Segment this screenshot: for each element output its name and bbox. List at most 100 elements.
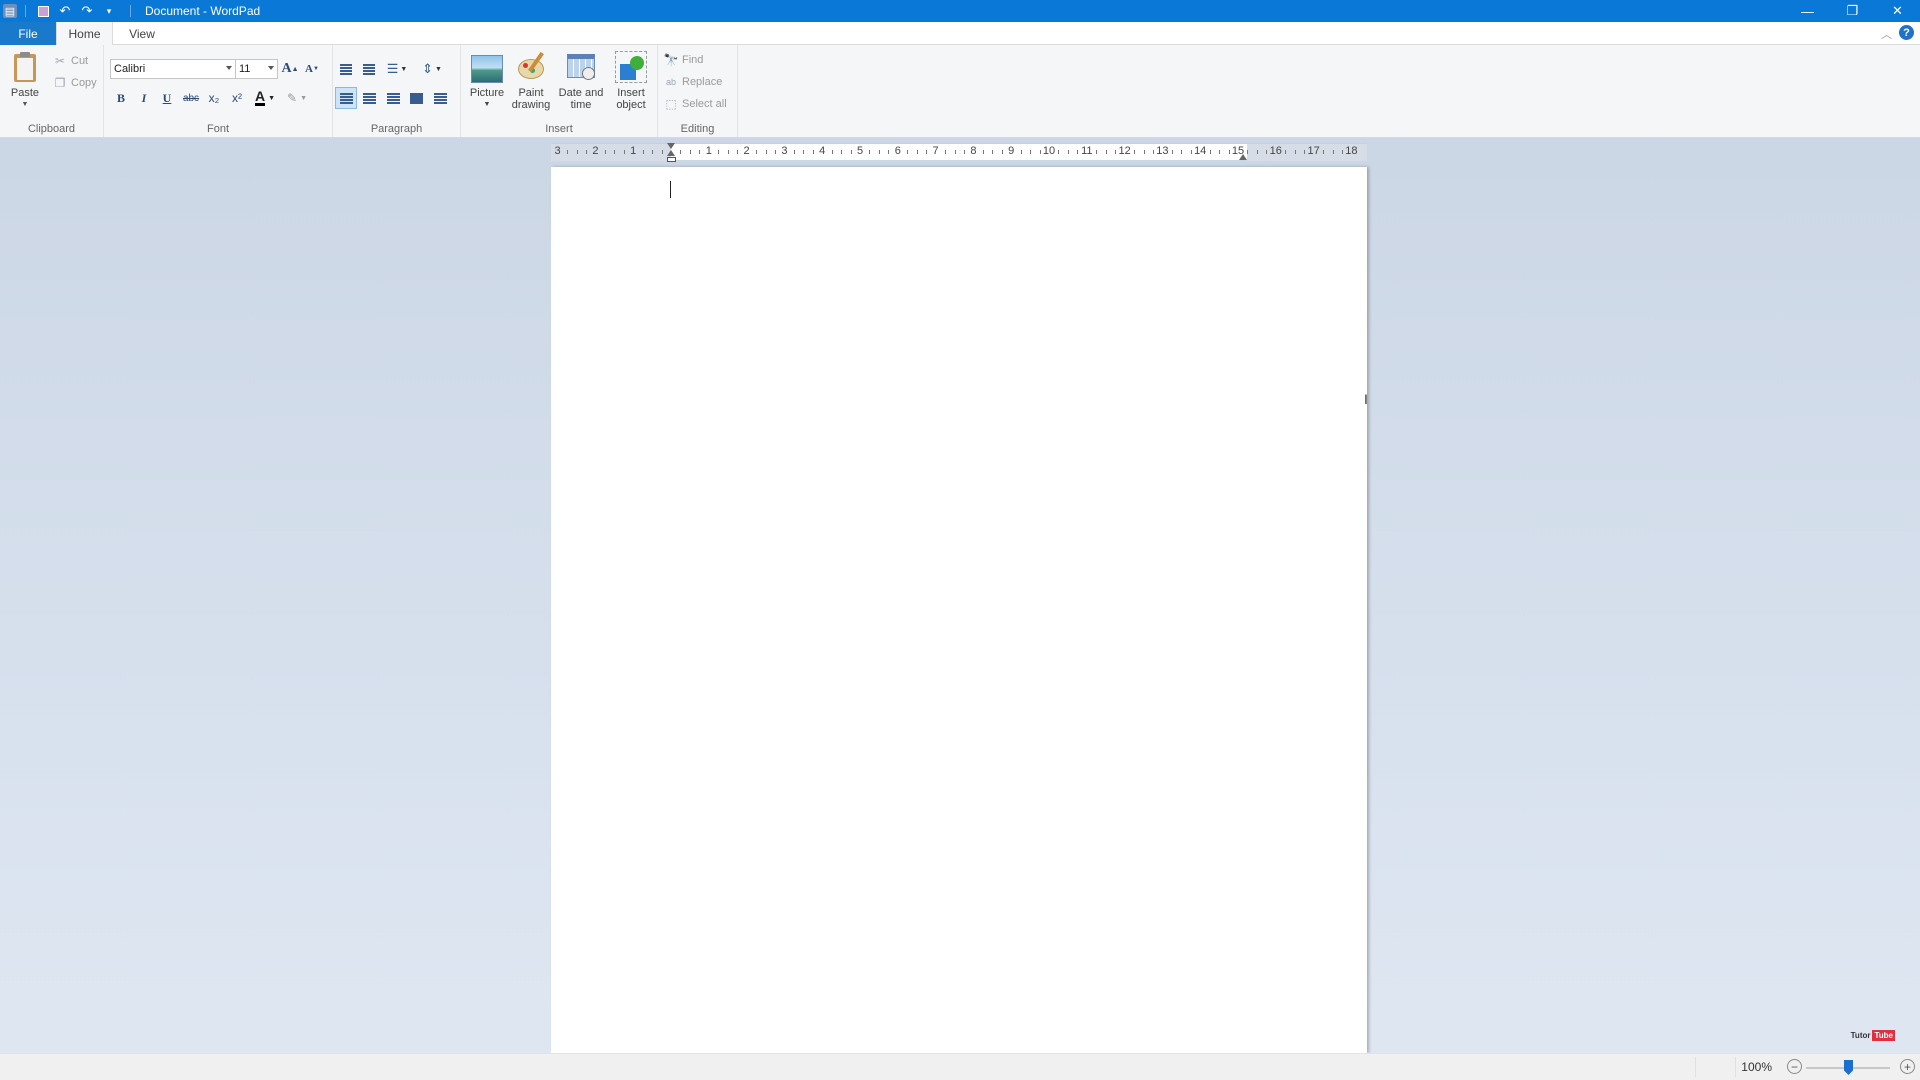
ruler-tick — [907, 150, 909, 154]
editing-group-label: Editing — [680, 123, 715, 135]
object-label-2: object — [616, 99, 646, 111]
bullet-list-button[interactable]: ☰ ▼ — [382, 58, 412, 80]
ruler-tick — [1341, 150, 1343, 154]
ruler-tick — [1001, 150, 1003, 154]
text-color-button[interactable]: A ▼ — [250, 87, 280, 109]
subscript-button[interactable]: x₂ — [203, 87, 225, 109]
help-icon[interactable]: ? — [1899, 25, 1914, 40]
ruler-tick — [652, 150, 654, 154]
shrink-font-button[interactable]: A ▼ — [301, 58, 323, 80]
paint-label-1: Paint — [518, 87, 544, 99]
decrease-indent-icon — [340, 63, 352, 75]
insert-object-button[interactable]: Insert object — [609, 51, 653, 111]
superscript-button[interactable]: x² — [226, 87, 248, 109]
bold-button[interactable]: B — [110, 87, 132, 109]
zoom-slider-thumb[interactable] — [1844, 1060, 1853, 1075]
clipboard-group-label: Clipboard — [27, 123, 76, 135]
calendar-clock-icon — [565, 51, 597, 83]
ruler-tick — [1181, 150, 1183, 154]
indent-marker[interactable] — [666, 143, 677, 165]
tab-view[interactable]: View — [118, 22, 166, 45]
separator — [1695, 1057, 1696, 1077]
line-spacing-button[interactable]: ⇕ ▼ — [417, 58, 447, 80]
copy-button[interactable]: ❐ Copy — [52, 74, 97, 92]
align-center-button[interactable] — [358, 87, 380, 109]
picture-button[interactable]: Picture ▼ — [467, 51, 507, 111]
decrease-indent-button[interactable] — [335, 58, 357, 80]
font-size-value: 11 — [239, 63, 251, 75]
ruler-tick — [1323, 150, 1325, 154]
ruler-tick — [699, 150, 701, 154]
ruler-tick — [1332, 150, 1334, 154]
ruler-tick — [1294, 150, 1296, 154]
ruler-tick — [1285, 150, 1287, 154]
picture-dropdown-icon[interactable]: ▼ — [484, 99, 491, 111]
chevron-down-icon — [226, 66, 232, 70]
cut-button[interactable]: ✂ Cut — [52, 52, 88, 70]
close-button[interactable]: ✕ — [1875, 0, 1920, 22]
align-left-button[interactable] — [335, 87, 357, 109]
restore-button[interactable]: ❐ — [1830, 0, 1875, 22]
ruler-label: 17 — [1307, 145, 1320, 157]
save-icon[interactable] — [34, 2, 52, 20]
copy-icon: ❐ — [54, 76, 66, 90]
select-all-icon: ⬚ — [665, 97, 677, 111]
increase-indent-icon — [363, 63, 375, 75]
minimize-button[interactable]: — — [1785, 0, 1830, 22]
wordpad-app-icon[interactable]: ▤ — [3, 4, 17, 18]
underline-button[interactable]: U — [156, 87, 178, 109]
highlight-color-button[interactable]: ✎ ▼ — [282, 87, 312, 109]
increase-indent-button[interactable] — [358, 58, 380, 80]
minimize-ribbon-icon[interactable]: ︿ — [1881, 26, 1892, 42]
align-center-icon — [362, 92, 376, 104]
justify-icon — [409, 92, 423, 104]
highlighter-icon: ✎ — [287, 91, 298, 105]
ruler-tick — [841, 150, 843, 154]
ruler-tick — [812, 150, 814, 154]
ruler-label: 18 — [1345, 145, 1358, 157]
font-size-select[interactable]: 11 — [235, 59, 278, 79]
paragraph-group: ☰ ▼ ⇕ ▼ Paragraph — [333, 45, 461, 137]
justify-button[interactable] — [405, 87, 427, 109]
grow-font-button[interactable]: A ▲ — [279, 58, 301, 80]
separator — [25, 5, 26, 17]
customize-quick-access-icon[interactable]: ▾ — [100, 2, 118, 20]
font-family-select[interactable]: Calibri — [110, 59, 236, 79]
ruler[interactable]: 3 2 1 1 2 3 4 5 6 7 8 9 10 11 12 13 14 15 16 17 18 — [551, 143, 1367, 162]
tab-file[interactable]: File — [0, 22, 56, 45]
ruler-tick — [803, 150, 805, 154]
ruler-tick — [1105, 150, 1107, 154]
italic-button[interactable]: I — [133, 87, 155, 109]
ruler-tick — [916, 150, 918, 154]
find-button[interactable]: 🔭 Find — [663, 51, 704, 69]
align-right-button[interactable] — [382, 87, 404, 109]
align-right-icon — [386, 92, 400, 104]
undo-icon[interactable]: ↶ — [56, 2, 74, 20]
ruler-tick — [689, 150, 691, 154]
ruler-tick — [567, 150, 569, 154]
paste-icon — [9, 51, 41, 83]
zoom-level: 100% — [1741, 1060, 1772, 1074]
ruler-tick — [850, 150, 852, 154]
ruler-label: 13 — [1156, 145, 1169, 157]
ruler-tick — [1115, 150, 1117, 154]
ruler-label: 2 — [592, 145, 599, 157]
zoom-slider[interactable] — [1806, 1060, 1890, 1075]
strikethrough-button[interactable]: abc — [180, 87, 202, 109]
ruler-tick — [774, 150, 776, 154]
replace-button[interactable]: ab Replace — [663, 73, 722, 91]
paste-dropdown-icon[interactable]: ▼ — [22, 99, 29, 111]
document-page[interactable] — [551, 167, 1367, 1053]
ruler-label: 11 — [1081, 145, 1093, 157]
redo-icon[interactable]: ↷ — [78, 2, 96, 20]
select-all-button[interactable]: ⬚ Select all — [663, 95, 726, 113]
tab-home[interactable]: Home — [56, 22, 113, 46]
date-label-1: Date and — [558, 87, 604, 99]
paint-drawing-button[interactable]: Paint drawing — [510, 51, 552, 111]
zoom-out-button[interactable]: − — [1787, 1059, 1802, 1074]
date-time-button[interactable]: Date and time — [555, 51, 607, 111]
zoom-in-button[interactable]: + — [1900, 1059, 1915, 1074]
paste-button[interactable]: Paste ▼ — [9, 51, 41, 111]
ruler-tick — [1143, 150, 1145, 154]
paragraph-settings-button[interactable] — [429, 87, 451, 109]
